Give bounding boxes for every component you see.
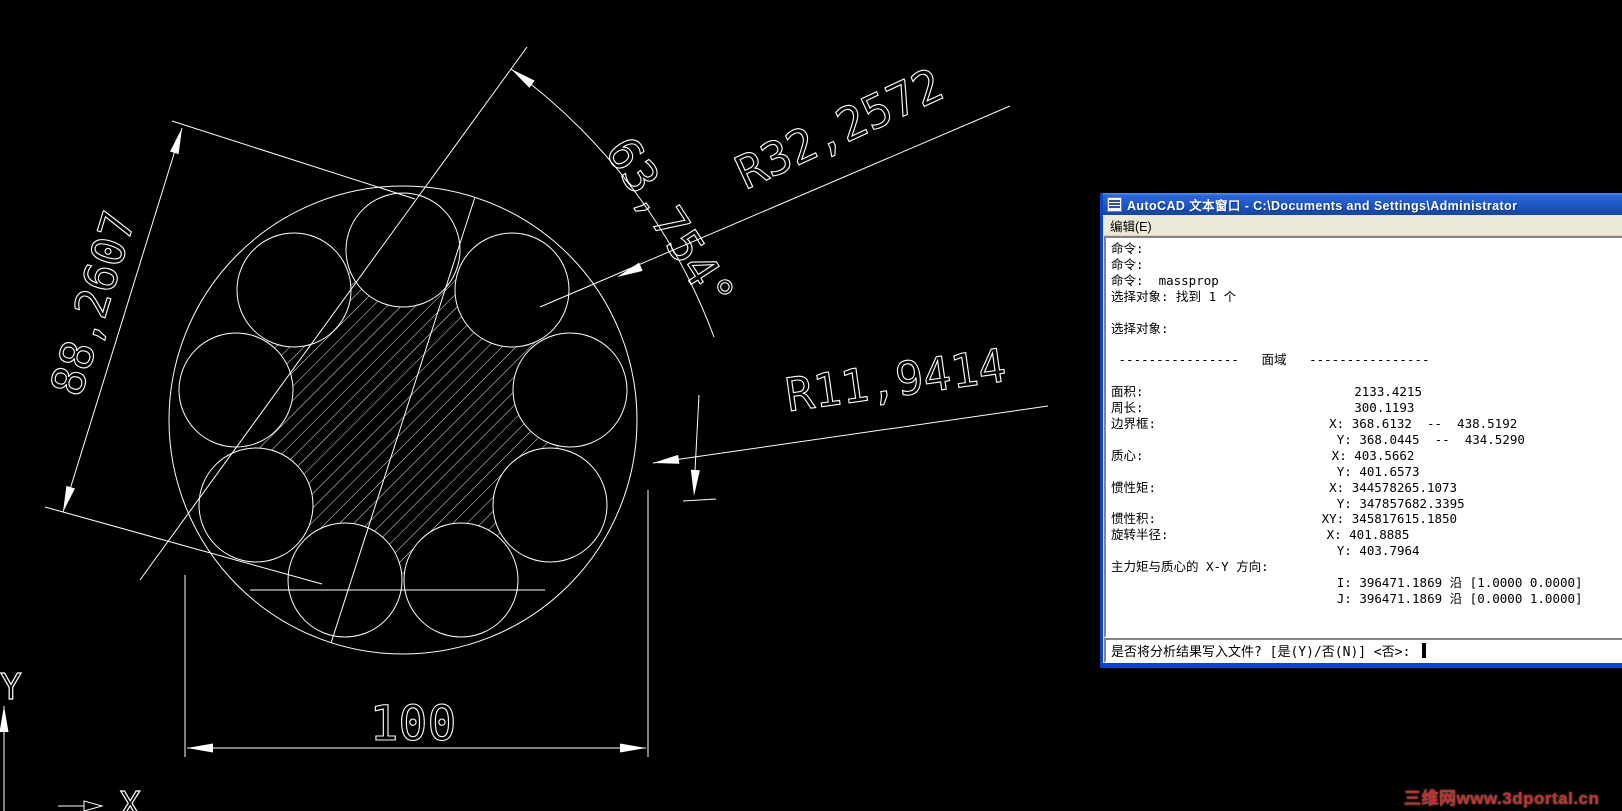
text-cursor <box>1422 643 1427 658</box>
console-text: 命令: 命令: 命令: massprop 选择对象: 找到 1 个 选择对象: … <box>1111 241 1583 606</box>
autocad-text-window: AutoCAD 文本窗口 - C:\Documents and Settings… <box>1100 193 1622 668</box>
dim-text-radius-outer: R32,2572 <box>727 57 951 200</box>
titlebar[interactable]: AutoCAD 文本窗口 - C:\Documents and Settings… <box>1103 193 1622 215</box>
prompt-text: 是否将分析结果写入文件? [是(Y)/否(N)] <否>: <box>1111 645 1419 660</box>
tangent-line-top <box>171 120 416 200</box>
cad-drawing-viewport[interactable]: 88,2607 R32,2572 R11,9414 63,754° 100 Y … <box>0 0 1105 811</box>
hatch-region <box>230 245 580 595</box>
autocad-text-window-icon <box>1107 196 1122 212</box>
window-title: AutoCAD 文本窗口 - C:\Documents and Settings… <box>1127 198 1518 213</box>
menu-edit[interactable]: 编辑(E) <box>1103 215 1159 236</box>
angle-ext-stub <box>682 498 717 502</box>
ucs-x-label: X <box>119 785 141 811</box>
console-output-area[interactable]: 命令: 命令: 命令: massprop 选择对象: 找到 1 个 选择对象: … <box>1104 236 1622 638</box>
command-prompt-line[interactable]: 是否将分析结果写入文件? [是(Y)/否(N)] <否>: <box>1104 638 1622 663</box>
radius-leader-r11 <box>652 405 1049 464</box>
ucs-x-arrow <box>83 800 104 811</box>
site-watermark: 三维网www.3dportal.cn <box>1404 789 1600 808</box>
dim-text-radius-inner: R11,9414 <box>782 338 1009 422</box>
dim-text-length: 100 <box>370 696 457 752</box>
menubar: 编辑(E) <box>1103 215 1622 236</box>
dim-text-angle: 63,754° <box>595 127 746 319</box>
dim-text-width: 88,2607 <box>40 205 146 402</box>
ucs-icon: Y X <box>0 666 142 811</box>
ucs-y-label: Y <box>0 667 22 708</box>
autocad-main-canvas: 88,2607 R32,2572 R11,9414 63,754° 100 Y … <box>0 0 1622 811</box>
